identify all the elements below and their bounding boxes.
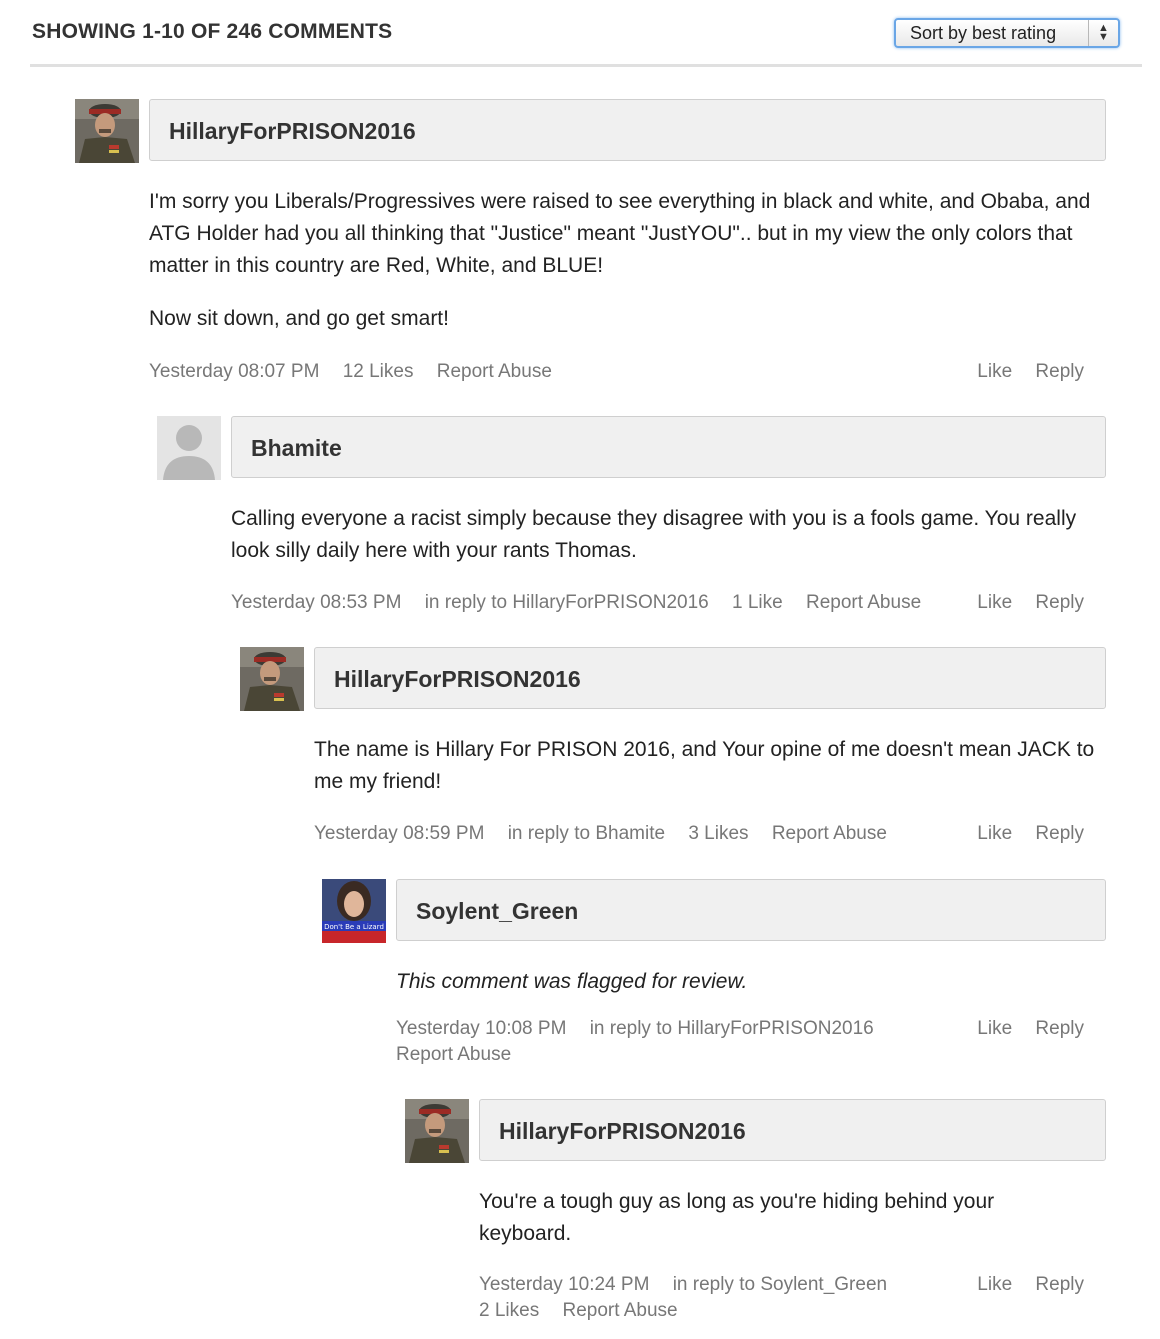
comment-timestamp: Yesterday 08:59 PM — [314, 823, 485, 844]
default-user-avatar-icon — [157, 416, 221, 480]
like-button[interactable]: Like — [977, 592, 1012, 613]
report-abuse-link[interactable]: Report Abuse — [806, 592, 921, 613]
comment-actions: Like Reply — [959, 823, 1084, 845]
sort-select[interactable]: Sort by best rating ▲ ▼ — [894, 18, 1120, 48]
comment-paragraph: Now sit down, and go get smart! — [149, 307, 449, 330]
avatar[interactable] — [157, 416, 221, 480]
reply-button[interactable]: Reply — [1035, 1018, 1084, 1039]
comment-body: I'm sorry you Liberals/Progressives were… — [149, 186, 1109, 356]
in-reply-to-link[interactable]: in reply to HillaryForPRISON2016 — [425, 592, 709, 613]
comment-meta: Yesterday 08:53 PM in reply to HillaryFo… — [231, 592, 939, 614]
like-count: 1 Like — [732, 592, 783, 613]
comment-paragraph: This comment was flagged for review. — [396, 970, 748, 993]
comment: Don't Be a Lizard Soylent_Green This com… — [322, 879, 1106, 1079]
avatar[interactable] — [75, 99, 139, 163]
comment-author[interactable]: HillaryForPRISON2016 — [334, 666, 581, 693]
comment-meta-line-2: 2 Likes Report Abuse — [479, 1300, 696, 1322]
comment-actions: Like Reply — [959, 1274, 1084, 1296]
comment-body: You're a tough guy as long as you're hid… — [479, 1186, 1039, 1271]
avatar[interactable] — [405, 1099, 469, 1163]
comment: HillaryForPRISON2016 The name is Hillary… — [240, 647, 1106, 857]
comment-paragraph: You're a tough guy as long as you're hid… — [479, 1190, 995, 1245]
comment-author[interactable]: Soylent_Green — [416, 898, 578, 925]
comment-timestamp: Yesterday 08:07 PM — [149, 361, 320, 382]
report-abuse-link[interactable]: Report Abuse — [562, 1300, 677, 1321]
comment-author-box: Bhamite — [231, 416, 1106, 478]
comment-author[interactable]: Bhamite — [251, 435, 342, 462]
military-officer-avatar-icon — [240, 647, 304, 711]
comment: Bhamite Calling everyone a racist simply… — [157, 416, 1106, 626]
comment-body: Calling everyone a racist simply because… — [231, 503, 1101, 588]
flagged-notice: This comment was flagged for review. — [396, 966, 1096, 1019]
comment-meta: Yesterday 10:08 PM in reply to HillaryFo… — [396, 1018, 892, 1040]
report-abuse-link[interactable]: Report Abuse — [772, 823, 887, 844]
report-abuse-link[interactable]: Report Abuse — [437, 361, 552, 382]
comment-timestamp: Yesterday 10:24 PM — [479, 1274, 650, 1295]
avatar[interactable]: Don't Be a Lizard — [322, 879, 386, 943]
comment-timestamp: Yesterday 08:53 PM — [231, 592, 402, 613]
comment-body: The name is Hillary For PRISON 2016, and… — [314, 734, 1106, 819]
military-officer-avatar-icon — [405, 1099, 469, 1163]
comment-author-box: HillaryForPRISON2016 — [479, 1099, 1106, 1161]
avatar[interactable] — [240, 647, 304, 711]
comment-author-box: Soylent_Green — [396, 879, 1106, 941]
woman-photo-avatar-icon: Don't Be a Lizard — [322, 879, 386, 943]
in-reply-to-link[interactable]: in reply to Soylent_Green — [673, 1274, 887, 1295]
avatar-caption: Don't Be a Lizard — [324, 923, 384, 931]
reply-button[interactable]: Reply — [1035, 1274, 1084, 1295]
comment-author-box: HillaryForPRISON2016 — [314, 647, 1106, 709]
like-count: 2 Likes — [479, 1300, 540, 1321]
comment-actions: Like Reply — [959, 592, 1084, 614]
comment-actions: Like Reply — [959, 1018, 1084, 1040]
comment-paragraph: Calling everyone a racist simply because… — [231, 507, 1077, 562]
comment-author-box: HillaryForPRISON2016 — [149, 99, 1106, 161]
comment-meta: Yesterday 08:59 PM in reply to Bhamite 3… — [314, 823, 905, 845]
select-arrows-icon: ▲ ▼ — [1088, 20, 1118, 46]
comment-meta: Yesterday 10:24 PM in reply to Soylent_G… — [479, 1274, 905, 1296]
reply-button[interactable]: Reply — [1035, 361, 1084, 382]
comment-actions: Like Reply — [959, 361, 1084, 383]
in-reply-to-link[interactable]: in reply to Bhamite — [508, 823, 665, 844]
in-reply-to-link[interactable]: in reply to HillaryForPRISON2016 — [590, 1018, 874, 1039]
comment-meta-line-2: Report Abuse — [396, 1044, 529, 1066]
comment-author[interactable]: HillaryForPRISON2016 — [169, 118, 416, 145]
comment: HillaryForPRISON2016 You're a tough guy … — [405, 1099, 1106, 1334]
comment-paragraph: I'm sorry you Liberals/Progressives were… — [149, 190, 1091, 277]
like-button[interactable]: Like — [977, 1018, 1012, 1039]
reply-button[interactable]: Reply — [1035, 823, 1084, 844]
comments-header: SHOWING 1-10 OF 246 COMMENTS Sort by bes… — [30, 0, 1142, 67]
like-count: 12 Likes — [342, 361, 414, 382]
comment: HillaryForPRISON2016 I'm sorry you Liber… — [75, 99, 1106, 399]
like-count: 3 Likes — [688, 823, 749, 844]
like-button[interactable]: Like — [977, 1274, 1012, 1295]
comment-timestamp: Yesterday 10:08 PM — [396, 1018, 567, 1039]
report-abuse-link[interactable]: Report Abuse — [396, 1044, 511, 1065]
sort-selected-label: Sort by best rating — [910, 23, 1057, 43]
comment-paragraph: The name is Hillary For PRISON 2016, and… — [314, 738, 1095, 793]
military-officer-avatar-icon — [75, 99, 139, 163]
like-button[interactable]: Like — [977, 361, 1012, 382]
comment-author[interactable]: HillaryForPRISON2016 — [499, 1118, 746, 1145]
like-button[interactable]: Like — [977, 823, 1012, 844]
comment-meta: Yesterday 08:07 PM 12 Likes Report Abuse — [149, 361, 570, 383]
comments-count-title: SHOWING 1-10 OF 246 COMMENTS — [32, 20, 393, 43]
reply-button[interactable]: Reply — [1035, 592, 1084, 613]
